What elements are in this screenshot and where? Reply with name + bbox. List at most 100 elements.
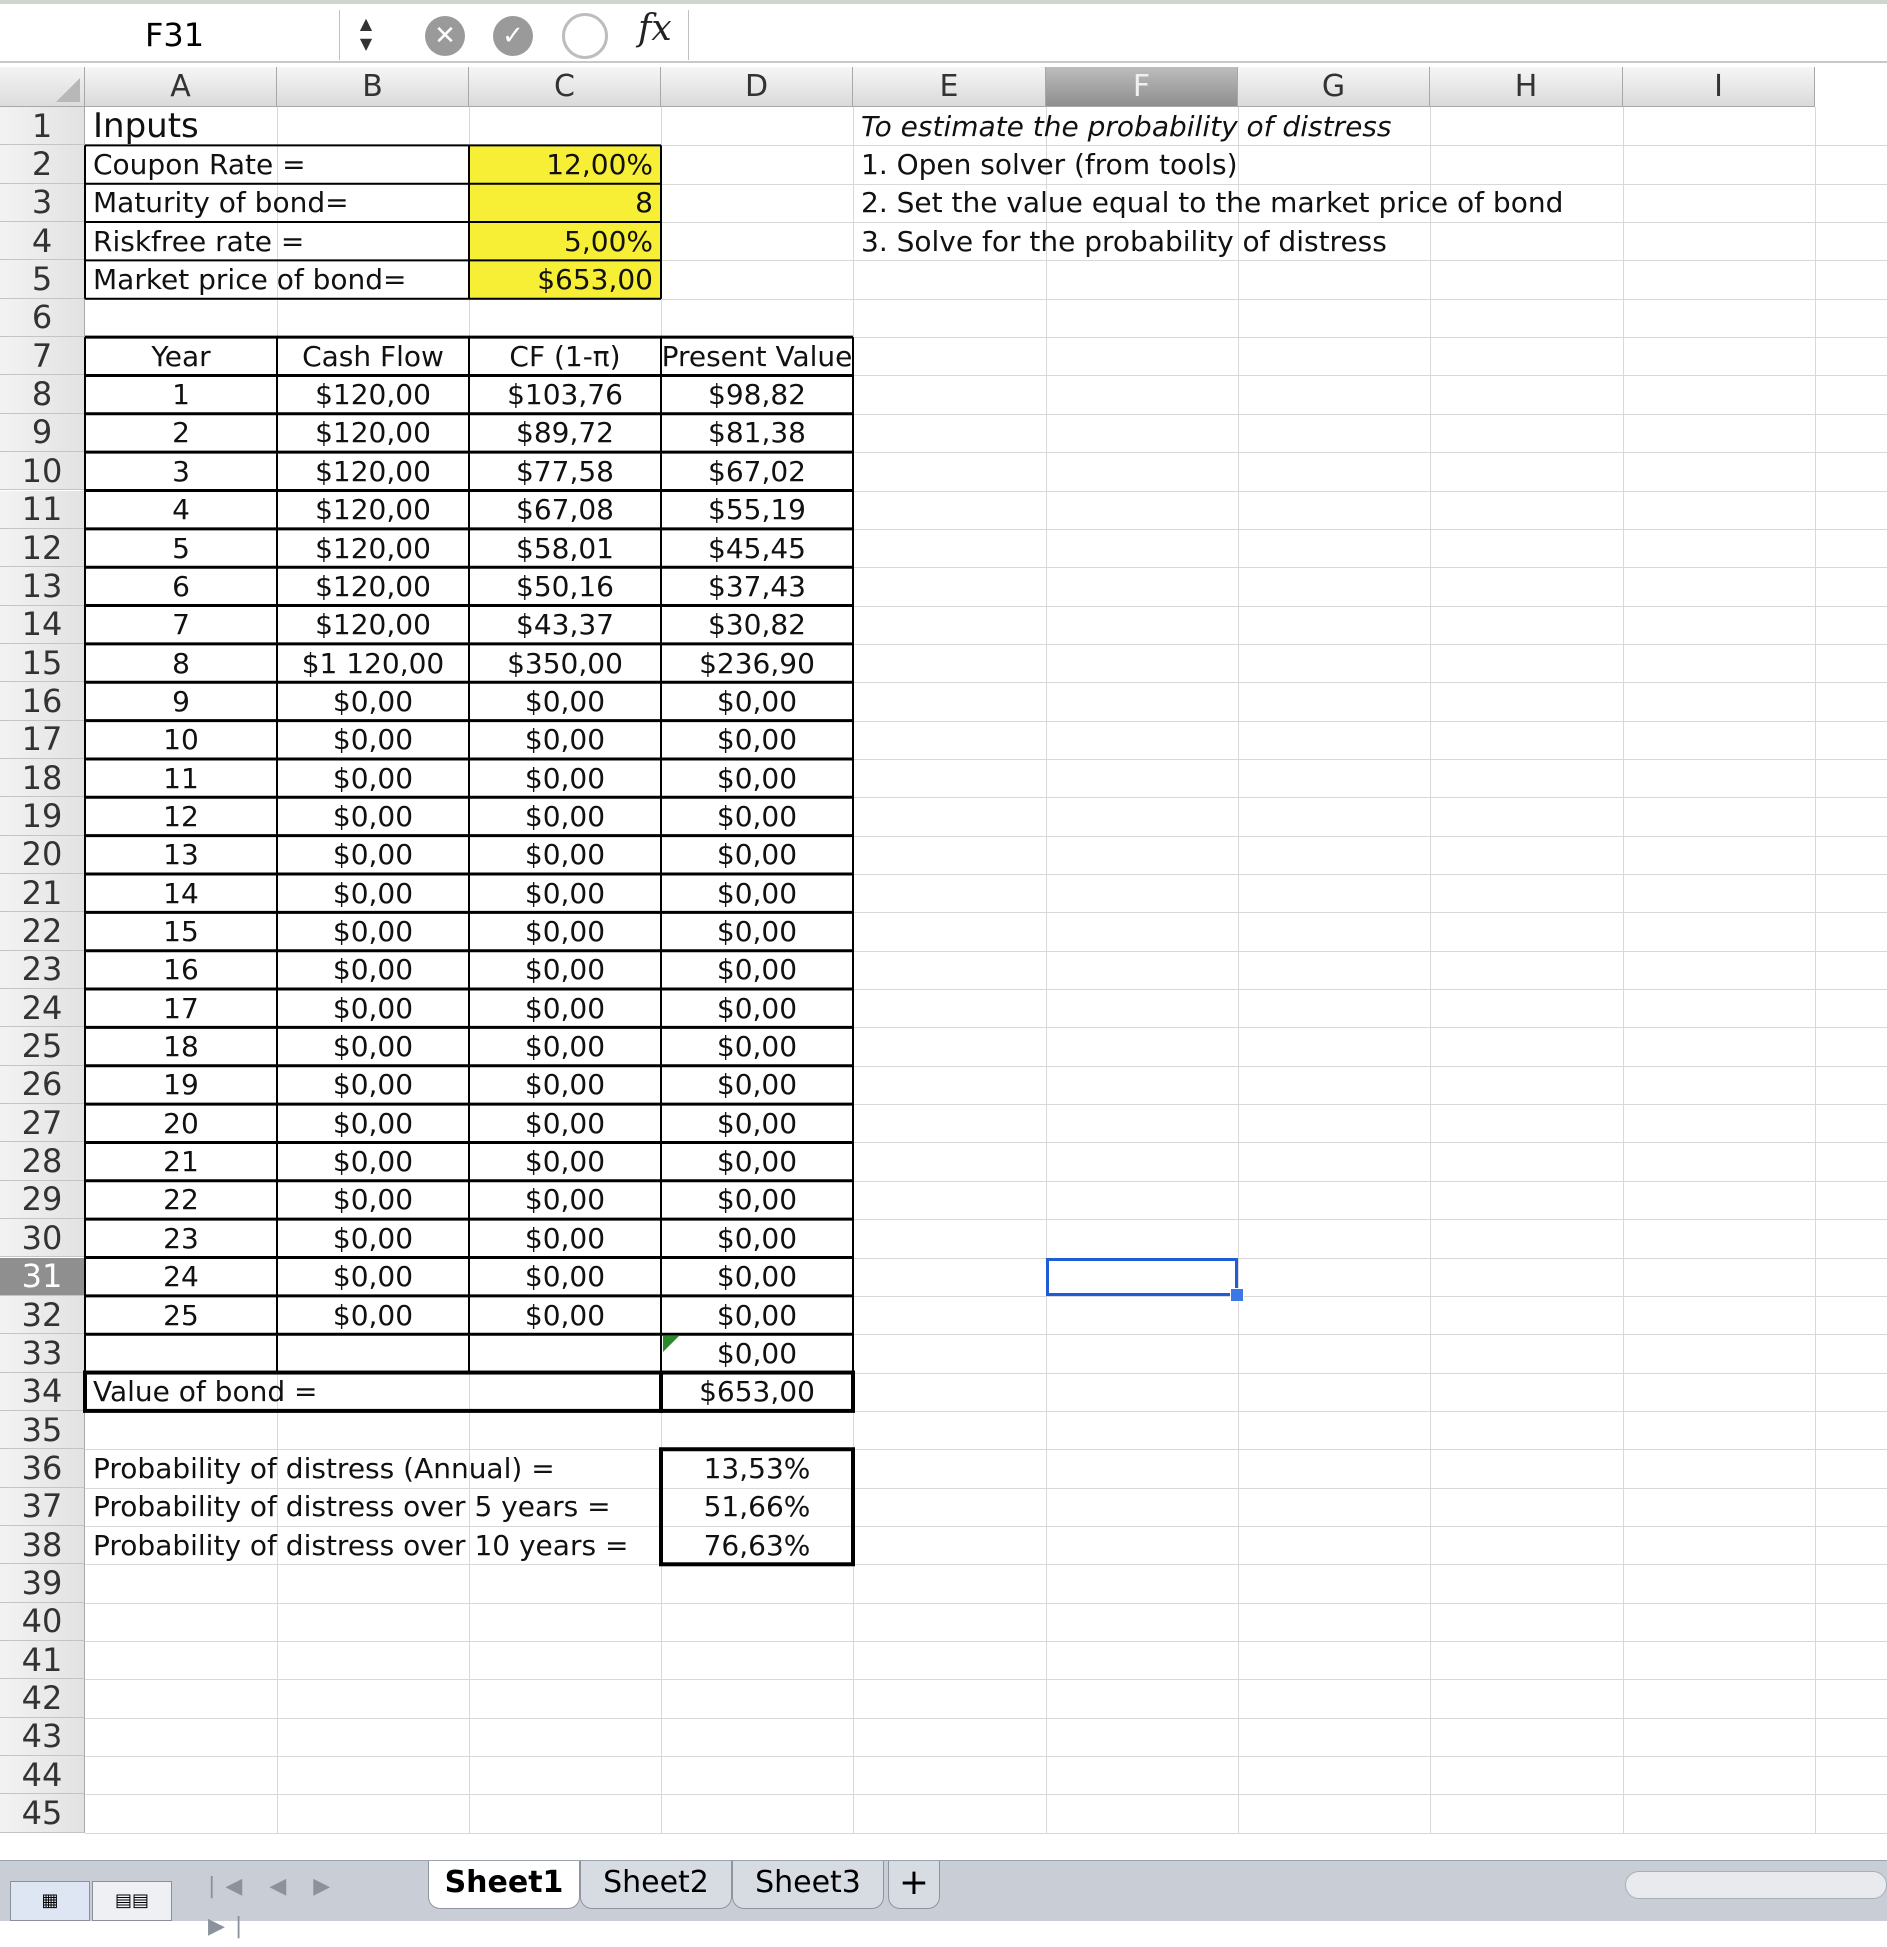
- formula-input[interactable]: [688, 10, 1887, 60]
- cell-a1-inputs-title[interactable]: Inputs: [85, 106, 277, 146]
- cell-e1-instructions-title[interactable]: To estimate the probability of distress: [853, 107, 1391, 145]
- table-cell[interactable]: 20: [85, 1104, 277, 1142]
- row-header-7[interactable]: 7: [0, 337, 85, 376]
- cell-probability-label[interactable]: Probability of distress over 10 years =: [85, 1526, 661, 1564]
- cell-probability-label[interactable]: Probability of distress (Annual) =: [85, 1449, 661, 1487]
- table-cell[interactable]: $0,00: [661, 759, 853, 797]
- row-header-10[interactable]: 10: [0, 452, 85, 491]
- row-header-25[interactable]: 25: [0, 1027, 85, 1066]
- row-header-17[interactable]: 17: [0, 720, 85, 759]
- sheet-tab-sheet3[interactable]: Sheet3: [732, 1861, 884, 1909]
- table-cell[interactable]: 8: [85, 644, 277, 682]
- table-cell[interactable]: $0,00: [661, 1296, 853, 1334]
- table-cell[interactable]: $0,00: [469, 874, 661, 912]
- column-header-f[interactable]: F: [1046, 67, 1238, 107]
- row-header-28[interactable]: 28: [0, 1142, 85, 1181]
- table-cell[interactable]: $0,00: [469, 797, 661, 835]
- column-header-i[interactable]: I: [1623, 67, 1815, 107]
- table-cell[interactable]: $0,00: [277, 951, 469, 989]
- row-header-1[interactable]: 1: [0, 107, 85, 146]
- row-header-32[interactable]: 32: [0, 1296, 85, 1335]
- row-header-33[interactable]: 33: [0, 1334, 85, 1373]
- table-cell[interactable]: $0,00: [277, 1142, 469, 1180]
- table-cell[interactable]: 6: [85, 567, 277, 605]
- row-header-6[interactable]: 6: [0, 298, 85, 338]
- row-header-38[interactable]: 38: [0, 1526, 85, 1565]
- table-cell[interactable]: $55,19: [661, 491, 853, 529]
- cell-c4-riskfree-value[interactable]: 5,00%: [469, 222, 661, 261]
- row-header-35[interactable]: 35: [0, 1411, 85, 1450]
- cell-e2-step1[interactable]: 1. Open solver (from tools): [853, 145, 1238, 183]
- table-cell[interactable]: $0,00: [469, 1142, 661, 1180]
- row-header-16[interactable]: 16: [0, 682, 85, 721]
- table-cell[interactable]: $0,00: [277, 989, 469, 1027]
- table-cell[interactable]: $0,00: [469, 1258, 661, 1296]
- row-header-12[interactable]: 12: [0, 529, 85, 568]
- table-cell[interactable]: $350,00: [469, 644, 661, 682]
- table-cell[interactable]: $0,00: [661, 1104, 853, 1142]
- row-header-36[interactable]: 36: [0, 1449, 85, 1488]
- row-header-8[interactable]: 8: [0, 375, 85, 414]
- table-cell[interactable]: 3: [85, 452, 277, 490]
- table-cell[interactable]: $0,00: [661, 836, 853, 874]
- column-header-g[interactable]: G: [1238, 67, 1430, 107]
- table-cell[interactable]: $120,00: [277, 529, 469, 567]
- row-header-39[interactable]: 39: [0, 1564, 85, 1603]
- column-header-a[interactable]: A: [85, 67, 277, 107]
- row-header-23[interactable]: 23: [0, 950, 85, 990]
- cell-c5-market-value[interactable]: $653,00: [469, 260, 661, 299]
- cell-probability-value[interactable]: 13,53%: [661, 1449, 853, 1487]
- row-header-40[interactable]: 40: [0, 1602, 85, 1641]
- table-cell[interactable]: $0,00: [661, 1258, 853, 1296]
- row-header-13[interactable]: 13: [0, 567, 85, 606]
- cell-present-value-header[interactable]: Present Value: [661, 337, 853, 375]
- table-cell[interactable]: 24: [85, 1258, 277, 1296]
- table-cell[interactable]: $0,00: [469, 1104, 661, 1142]
- cell-probability-value[interactable]: 51,66%: [661, 1488, 853, 1526]
- table-cell[interactable]: $0,00: [277, 759, 469, 797]
- row-header-9[interactable]: 9: [0, 413, 85, 453]
- table-cell[interactable]: $0,00: [277, 836, 469, 874]
- table-cell[interactable]: $236,90: [661, 644, 853, 682]
- table-cell[interactable]: $0,00: [661, 1027, 853, 1065]
- table-cell[interactable]: $120,00: [277, 452, 469, 490]
- table-cell[interactable]: [277, 1334, 469, 1372]
- cell-e4-step3[interactable]: 3. Solve for the probability of distress: [853, 222, 1387, 260]
- table-cell[interactable]: $81,38: [661, 414, 853, 452]
- row-header-31[interactable]: 31: [0, 1257, 85, 1296]
- column-header-b[interactable]: B: [277, 67, 469, 107]
- column-header-h[interactable]: H: [1430, 67, 1623, 107]
- table-cell[interactable]: $103,76: [469, 375, 661, 413]
- column-header-d[interactable]: D: [661, 67, 853, 107]
- table-cell[interactable]: $0,00: [661, 682, 853, 720]
- table-cell[interactable]: $0,00: [661, 1181, 853, 1219]
- table-cell[interactable]: $0,00: [469, 721, 661, 759]
- table-cell[interactable]: $0,00: [661, 1334, 853, 1372]
- table-cell[interactable]: 19: [85, 1066, 277, 1104]
- row-header-3[interactable]: 3: [0, 183, 85, 223]
- name-box[interactable]: F31: [0, 10, 340, 60]
- sheet-nav-arrows-icon[interactable]: |◀ ◀ ▶ ▶|: [208, 1867, 393, 1939]
- row-header-24[interactable]: 24: [0, 989, 85, 1028]
- table-cell[interactable]: $0,00: [277, 797, 469, 835]
- cell-a3-maturity-label[interactable]: Maturity of bond=: [85, 184, 349, 222]
- column-header-e[interactable]: E: [853, 67, 1046, 107]
- table-cell[interactable]: [469, 1334, 661, 1372]
- table-cell[interactable]: 25: [85, 1296, 277, 1334]
- table-cell[interactable]: $120,00: [277, 375, 469, 413]
- name-box-stepper-icon[interactable]: ▲ ▼: [355, 14, 377, 56]
- row-header-26[interactable]: 26: [0, 1065, 85, 1105]
- row-header-22[interactable]: 22: [0, 912, 85, 951]
- row-header-27[interactable]: 27: [0, 1104, 85, 1143]
- fill-handle[interactable]: [1230, 1287, 1244, 1302]
- column-header-c[interactable]: C: [469, 67, 661, 107]
- table-cell[interactable]: $0,00: [469, 1181, 661, 1219]
- cell-a4-riskfree-label[interactable]: Riskfree rate =: [85, 222, 304, 260]
- table-cell[interactable]: $0,00: [661, 1219, 853, 1257]
- table-cell[interactable]: $0,00: [469, 951, 661, 989]
- table-cell[interactable]: 7: [85, 606, 277, 644]
- table-cell[interactable]: $120,00: [277, 567, 469, 605]
- table-cell[interactable]: $0,00: [469, 912, 661, 950]
- table-cell[interactable]: $98,82: [661, 375, 853, 413]
- row-header-15[interactable]: 15: [0, 644, 85, 683]
